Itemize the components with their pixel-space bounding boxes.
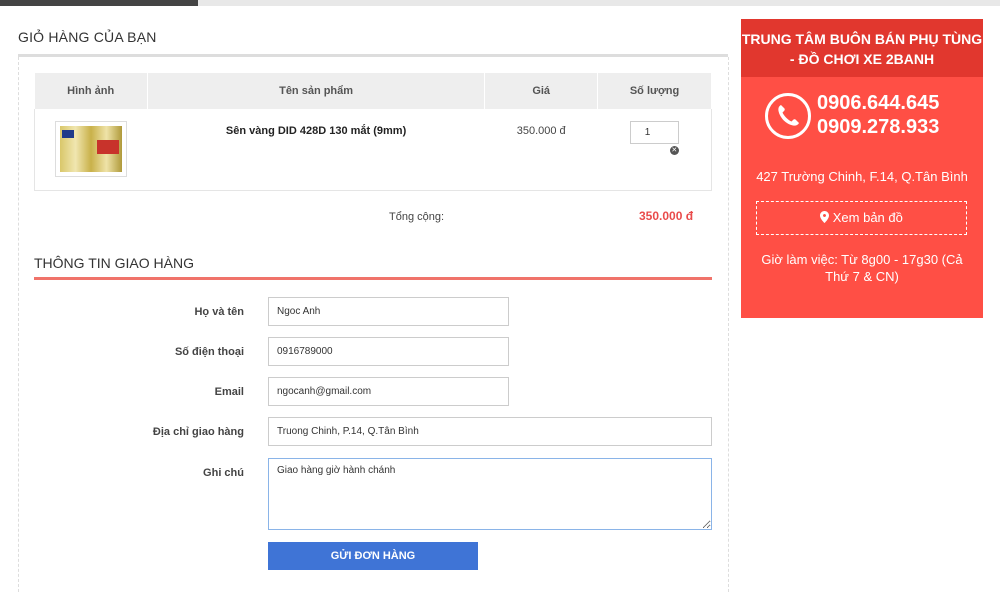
submit-order-button[interactable]: GỬI ĐƠN HÀNG [268, 542, 478, 570]
shipping-title-divider [34, 277, 712, 280]
map-marker-icon [820, 210, 833, 225]
product-price: 350.000 đ [516, 125, 566, 137]
quantity-input[interactable] [629, 121, 679, 144]
column-header-price: Giá [484, 73, 599, 109]
total-value: 350.000 đ [639, 209, 694, 223]
email-field[interactable] [268, 377, 509, 406]
business-hours: Giờ làm việc: Từ 8g00 - 17g30 (Cả Thứ 7 … [761, 252, 963, 284]
remove-item-icon[interactable]: ✕ [669, 146, 679, 155]
name-field[interactable] [268, 297, 509, 326]
table-row: Sên vàng DID 428D 130 mắt (9mm) 350.000 … [34, 109, 712, 191]
name-label: Họ và tên [194, 306, 244, 318]
total-label: Tổng cộng: [389, 211, 445, 223]
phone-label: Số điện thoại [174, 346, 244, 358]
contact-sidebar: TRUNG TÂM BUÔN BÁN PHỤ TÙNG - ĐỒ CHƠI XE… [741, 19, 983, 318]
column-header-quantity: Số lượng [597, 73, 712, 109]
product-image-cell [34, 109, 148, 191]
product-name-cell: Sên vàng DID 428D 130 mắt (9mm) [147, 109, 485, 191]
note-textarea[interactable]: Giao hàng giờ hành chánh [268, 458, 712, 530]
phone-icon [765, 93, 811, 139]
address-field[interactable] [268, 417, 712, 446]
top-nav-active-indicator [0, 0, 198, 6]
column-header-image: Hình ảnh [34, 73, 148, 109]
phone-number-2[interactable]: 0909.278.933 [817, 115, 939, 139]
address-label: Địa chỉ giao hàng [152, 426, 244, 438]
store-address: 427 Trường Chinh, F.14, Q.Tân Bình [756, 169, 968, 184]
email-label: Email [214, 386, 244, 398]
phone-field[interactable] [268, 337, 509, 366]
shipping-title: THÔNG TIN GIAO HÀNG [34, 255, 194, 271]
view-map-label: Xem bản đồ [832, 210, 903, 225]
column-header-product-name: Tên sản phẩm [147, 73, 486, 109]
cart-table-header: Hình ảnh Tên sản phẩm Giá Số lượng [34, 73, 712, 109]
phone-numbers: 0906.644.645 0909.278.933 [817, 91, 939, 139]
product-quantity-cell: ✕ [597, 109, 712, 191]
product-thumbnail[interactable] [55, 121, 128, 177]
cart-title: GIỎ HÀNG CỦA BẠN [18, 29, 157, 45]
note-label: Ghi chú [203, 467, 244, 479]
cart-table: Hình ảnh Tên sản phẩm Giá Số lượng Sên v… [34, 73, 712, 191]
quantity-wrapper: ✕ [629, 121, 679, 155]
phone-number-1[interactable]: 0906.644.645 [817, 91, 939, 115]
sidebar-title: TRUNG TÂM BUÔN BÁN PHỤ TÙNG - ĐỒ CHƠI XE… [741, 19, 983, 77]
product-price-cell: 350.000 đ [484, 109, 598, 191]
top-nav-bar [0, 0, 1000, 6]
product-name[interactable]: Sên vàng DID 428D 130 mắt (9mm) [147, 109, 484, 137]
view-map-button[interactable]: Xem bản đồ [756, 201, 967, 235]
product-chain-image [60, 126, 123, 172]
